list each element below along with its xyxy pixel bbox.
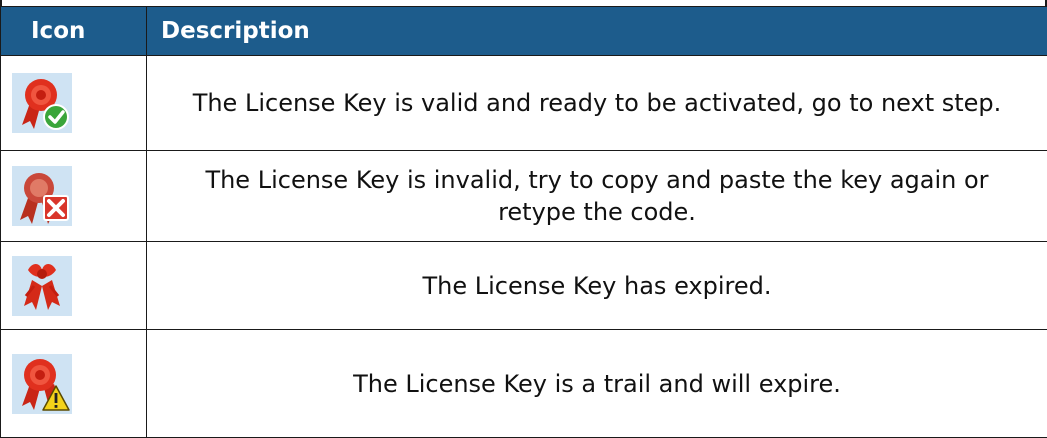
description-cell: The License Key is invalid, try to copy …	[147, 151, 1047, 242]
license-trial-warning-icon	[12, 354, 72, 414]
icon-cell	[1, 330, 147, 438]
license-status-table: Icon Description The Licens	[0, 6, 1047, 438]
table-row: The License Key is a trail and will expi…	[1, 330, 1047, 438]
column-header-description: Description	[147, 7, 1047, 56]
table-row: The License Key is valid and ready to be…	[1, 56, 1047, 151]
table-row: The License Key has expired.	[1, 242, 1047, 330]
description-cell: The License Key has expired.	[147, 242, 1047, 330]
license-expired-icon	[12, 256, 72, 316]
icon-cell	[1, 242, 147, 330]
description-cell: The License Key is a trail and will expi…	[147, 330, 1047, 438]
icon-cell	[1, 151, 147, 242]
column-header-icon: Icon	[1, 7, 147, 56]
table-row: The License Key is invalid, try to copy …	[1, 151, 1047, 242]
license-invalid-icon	[12, 166, 72, 226]
table-header-row: Icon Description	[1, 7, 1047, 56]
license-valid-icon	[12, 73, 72, 133]
icon-cell	[1, 56, 147, 151]
description-cell: The License Key is valid and ready to be…	[147, 56, 1047, 151]
